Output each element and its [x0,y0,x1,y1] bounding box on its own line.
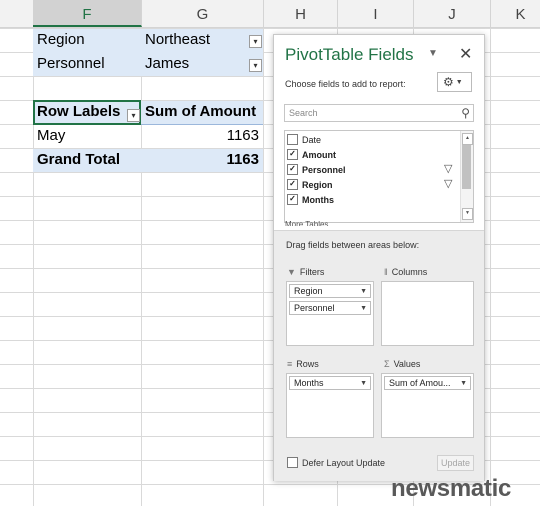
column-header-g[interactable]: G [142,0,264,27]
checkbox-checked[interactable]: ✓ [287,149,298,161]
field-label: Date [302,135,322,145]
pivottable-fields-pane: PivotTable Fields ▼ ✕ Choose fields to a… [273,34,485,481]
field-list-scrollbar[interactable]: ▲ ▼ [460,131,473,222]
chevron-down-icon[interactable]: ▼ [360,302,367,314]
search-icon: ⚲ [461,106,470,120]
scroll-thumb[interactable] [462,145,471,189]
checkbox-checked[interactable]: ✓ [287,179,298,191]
pill-label: Sum of Amou... [389,378,451,388]
filter-icon: ▼ [287,267,296,277]
columns-area-label: ‖ Columns [384,267,427,277]
newsmatic-watermark: newsmatic [391,475,512,502]
rows-drop-zone[interactable]: Months ▼ [286,373,374,438]
sigma-icon: Σ [384,359,390,369]
row-value-may[interactable]: 1163 [141,124,263,148]
values-pill-sum-of-amount[interactable]: Sum of Amou... ▼ [384,376,471,390]
filter-funnel-icon: ▽ [444,163,453,175]
filter-dropdown-icon[interactable]: ▾ [249,35,262,48]
filters-pill-region[interactable]: Region ▼ [289,284,371,298]
field-item-months[interactable]: ✓ Months [287,193,334,207]
field-item-region[interactable]: ✓ Region [287,178,333,192]
column-header-h[interactable]: H [264,0,338,27]
area-title: Columns [391,267,428,277]
pane-options-chevron-icon[interactable]: ▼ [428,48,438,59]
field-item-amount[interactable]: ✓ Amount [287,148,336,162]
grand-total-label[interactable]: Grand Total [33,148,141,172]
values-drop-zone[interactable]: Sum of Amou... ▼ [381,373,474,438]
pane-title: PivotTable Fields [285,45,414,64]
close-icon[interactable]: ✕ [459,44,472,64]
checkbox-unchecked[interactable] [287,457,298,469]
drag-fields-label: Drag fields between areas below: [286,240,420,250]
sum-of-amount-header[interactable]: Sum of Amount [141,100,263,124]
field-label: Personnel [302,165,346,175]
filter-value-personnel[interactable]: James [141,52,251,76]
field-label: Months [302,195,334,205]
pill-label: Region [294,286,323,296]
row-label-may[interactable]: May [33,124,141,148]
filter-funnel-icon: ▽ [444,178,453,190]
chevron-down-icon[interactable]: ▼ [460,377,467,389]
column-header-f[interactable]: F [33,0,142,27]
row-labels-header[interactable]: Row Labels [33,100,141,124]
defer-label: Defer Layout Update [302,458,386,468]
search-input[interactable]: Search ⚲ [284,104,474,122]
chevron-down-icon[interactable]: ▼ [360,377,367,389]
field-label: Region [302,180,333,190]
filter-dropdown-icon[interactable]: ▾ [249,59,262,72]
chevron-down-icon[interactable]: ▼ [360,285,367,297]
checkbox-checked[interactable]: ✓ [287,194,298,206]
more-tables-link[interactable]: More Tables... [285,217,335,226]
rows-pill-months[interactable]: Months ▼ [289,376,371,390]
column-header-row: F G H I J K [0,0,540,28]
field-item-date[interactable]: Date [287,133,321,147]
columns-drop-zone[interactable] [381,281,474,346]
update-button[interactable]: Update [437,455,474,471]
filters-drop-zone[interactable]: Region ▼ Personnel ▼ [286,281,374,346]
field-list: Date ✓ Amount ✓ Personnel ▽ ✓ Region ▽ ✓ Mon… [284,130,474,223]
rows-area-label: ≡ Rows [287,359,319,369]
area-title: Rows [296,359,319,369]
filter-field-personnel: Personnel [37,55,105,72]
pill-label: Personnel [294,303,335,313]
filter-field-region: Region [37,31,85,48]
defer-layout-update-checkbox[interactable]: Defer Layout Update [287,457,386,469]
tools-gear-button[interactable]: ⚙ ▼ [437,72,472,92]
filters-area-label: ▼ Filters [287,267,324,277]
chevron-down-icon: ▼ [455,78,463,86]
rows-icon: ≡ [287,359,293,369]
column-header-k[interactable]: K [491,0,540,27]
column-header-j[interactable]: J [414,0,491,27]
filters-pill-personnel[interactable]: Personnel ▼ [289,301,371,315]
grand-total-value[interactable]: 1163 [141,148,263,172]
search-placeholder: Search [289,108,318,118]
area-title: Filters [299,267,325,277]
field-item-personnel[interactable]: ✓ Personnel [287,163,346,177]
gear-icon: ⚙ [443,75,454,89]
columns-icon: ‖ [384,267,388,277]
checkbox-unchecked[interactable] [287,134,298,146]
column-header-i[interactable]: I [338,0,414,27]
row-labels-filter-icon[interactable]: ▾ [127,109,140,122]
choose-fields-label: Choose fields to add to report: [285,79,406,89]
checkbox-checked[interactable]: ✓ [287,164,298,176]
pill-label: Months [294,378,324,388]
scroll-up-icon[interactable]: ▲ [462,133,473,145]
area-title: Values [393,359,421,369]
filter-value-region[interactable]: Northeast [141,28,251,52]
field-label: Amount [302,150,336,160]
values-area-label: Σ Values [384,359,420,369]
scroll-down-icon[interactable]: ▼ [462,208,473,220]
